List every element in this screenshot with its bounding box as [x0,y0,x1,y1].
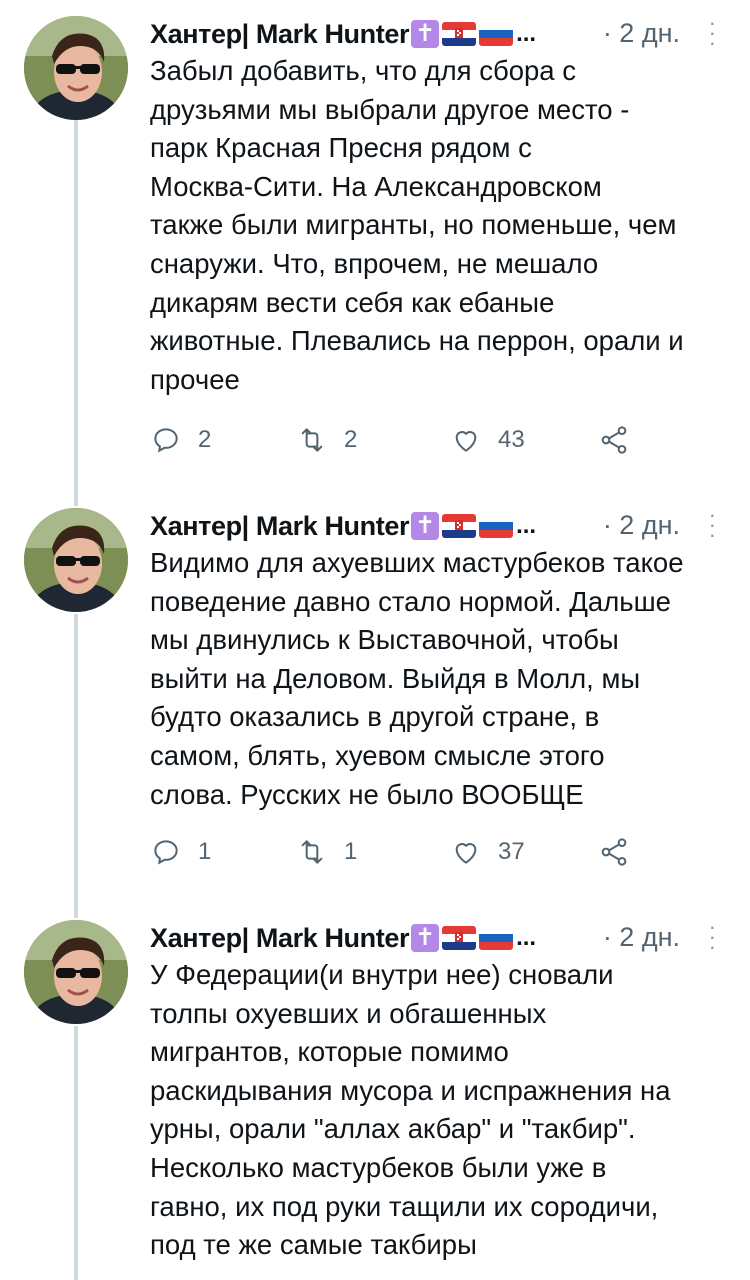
author-name[interactable]: Хантер| Mark Hunter [150,511,409,542]
reply-button[interactable]: 1 [150,836,211,868]
author-name[interactable]: Хантер| Mark Hunter [150,19,409,50]
latin-cross-icon: ✝ [411,512,440,540]
retweet-count: 2 [344,426,358,453]
avatar[interactable] [24,508,128,612]
thread-line [74,1026,78,1280]
share-button[interactable] [598,836,630,868]
name-truncation: ... [516,512,537,539]
thread-line [74,614,78,918]
heart-icon [450,836,482,868]
retweet-button[interactable]: 1 [296,836,357,868]
heart-icon [450,424,482,456]
author-emojis: ✝ ... [411,20,536,48]
retweet-count: 1 [344,838,358,865]
avatar[interactable] [24,920,128,1024]
reply-icon [150,836,182,868]
russia-flag-icon [479,926,514,950]
share-button[interactable] [598,424,630,456]
avatar[interactable] [24,16,128,120]
retweet-button[interactable]: 2 [296,424,357,456]
latin-cross-icon: ✝ [411,924,440,952]
author-emojis: ✝ ... [411,512,536,540]
like-count: 43 [498,426,525,453]
like-button[interactable]: 43 [450,424,525,456]
tweet-time[interactable]: · 2 дн. [603,922,680,953]
croatia-flag-icon [442,514,477,538]
more-options-icon[interactable]: · · · [709,504,716,546]
tweet-text: У Федерации(и внутри нее) сновали толпы … [150,959,671,1261]
retweet-icon [296,836,328,868]
author-name[interactable]: Хантер| Mark Hunter [150,923,409,954]
croatia-flag-icon [442,22,477,46]
share-icon [598,424,630,456]
tweet-text: Видимо для ахуевших мастурбеков такое по… [150,547,684,810]
reply-icon [150,424,182,456]
tweet-text: Забыл добавить, что для сбора с друзьями… [150,55,684,395]
more-options-icon[interactable]: · · · [709,12,716,54]
russia-flag-icon [479,22,514,46]
reply-count: 1 [198,838,212,865]
share-icon [598,836,630,868]
more-options-icon[interactable]: · · · [709,916,716,958]
name-truncation: ... [516,924,537,951]
reply-count: 2 [198,426,212,453]
tweet-actions: 2 2 43 [150,424,650,464]
thread-line [74,120,78,506]
like-button[interactable]: 37 [450,836,525,868]
tweet-time[interactable]: · 2 дн. [603,18,680,49]
reply-button[interactable]: 2 [150,424,211,456]
retweet-icon [296,424,328,456]
russia-flag-icon [479,514,514,538]
tweet-time[interactable]: · 2 дн. [603,510,680,541]
croatia-flag-icon [442,926,477,950]
like-count: 37 [498,838,525,865]
name-truncation: ... [516,20,537,47]
latin-cross-icon: ✝ [411,20,440,48]
tweet-actions: 1 1 37 [150,836,650,876]
author-emojis: ✝ ... [411,924,536,952]
